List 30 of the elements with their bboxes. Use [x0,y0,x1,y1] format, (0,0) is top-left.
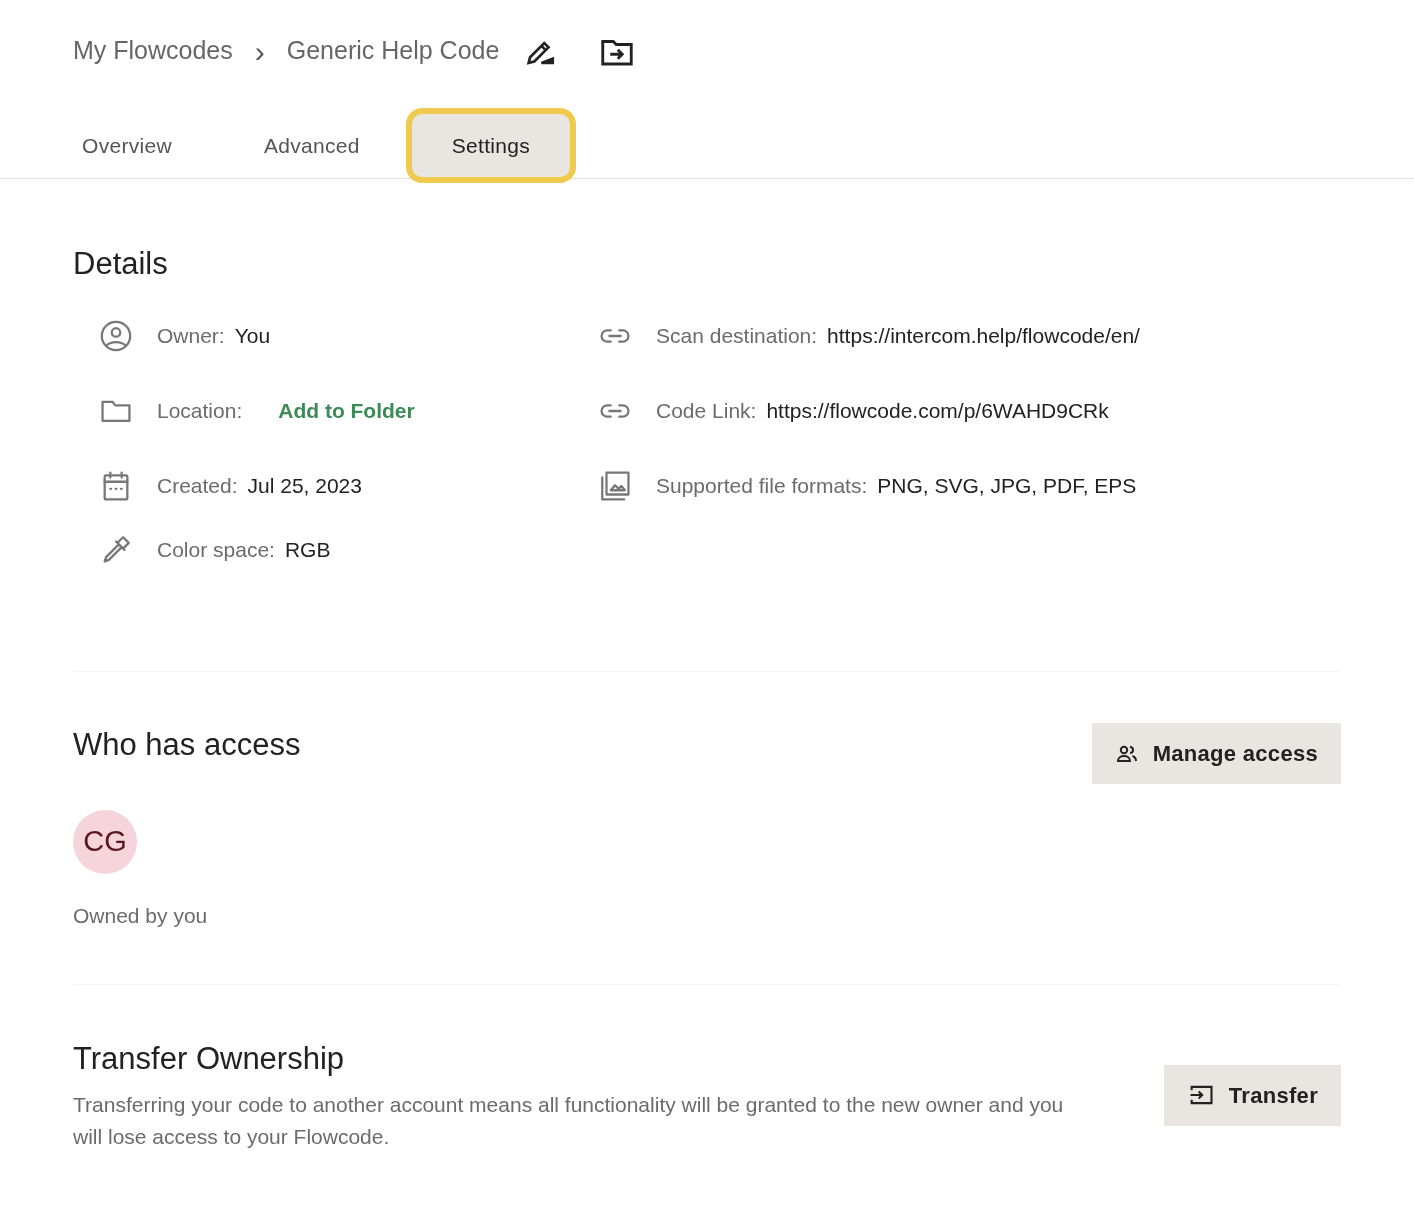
manage-access-button[interactable]: Manage access [1091,723,1341,785]
user-icon [99,319,133,354]
transfer-description: Transferring your code to another account means all functionality will be granted to the new owner and you will lose access to your Flowcode. [73,1091,1065,1150]
avatar: CG [73,810,137,875]
detail-value: Jul 25, 2023 [247,473,362,500]
section-heading: Who has access [73,726,301,764]
tab[interactable]: Overview [36,107,218,183]
detail-label: Location: [157,398,243,425]
owner-caption: Owned by you [73,903,209,930]
add-to-folder-link[interactable]: Add to Folder [278,395,415,427]
detail-value: You [234,323,271,350]
detail-label: Color space: [157,537,275,564]
transfer-button[interactable]: Transfer [1163,1064,1341,1126]
tab[interactable]: Settings [405,107,576,183]
detail-value: PNG, SVG, JPG, PDF, EPS [877,473,1137,500]
detail-label: Supported file formats: [656,473,868,500]
detail-label: Code Link: [656,398,757,425]
breadcrumb-current: Generic Help Code [286,35,500,67]
detail-value: RGB [284,537,331,564]
images-icon [598,469,632,504]
section-heading: Details [73,245,169,283]
detail-label: Owner: [157,323,225,350]
detail-value: https://intercom.help/flowcode/en/ [827,323,1140,350]
tab[interactable]: Advanced [217,107,406,183]
detail-label: Created: [157,473,238,500]
breadcrumb-separator: › [254,33,265,70]
section-heading: Transfer Ownership [73,1039,346,1077]
detail-value: https://flowcode.com/p/6WAHD9CRk [766,398,1109,425]
detail-label: Scan destination: [656,323,818,350]
breadcrumb-link[interactable]: My Flowcodes [73,32,233,70]
